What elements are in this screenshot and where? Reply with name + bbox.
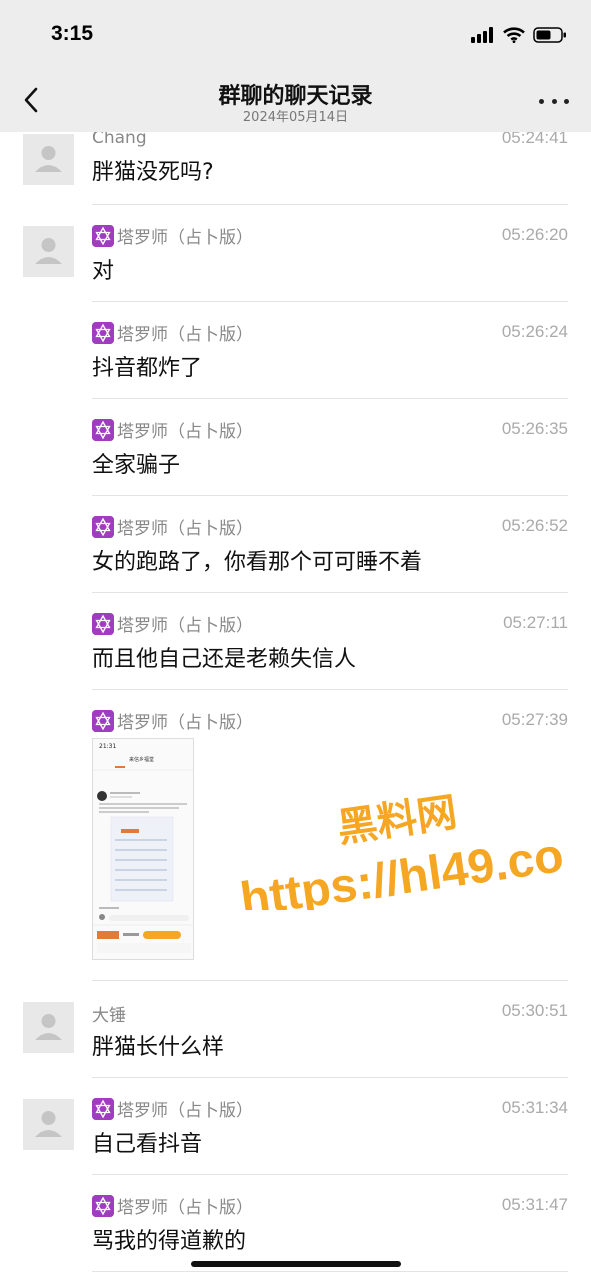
message-time: 05:27:11	[503, 613, 568, 632]
status-icons	[471, 24, 567, 46]
divider	[92, 495, 568, 496]
chat-history-list[interactable]: Chang 05:24:41 胖猫没死吗? 塔罗师（占卜版） 05:26:20 …	[0, 132, 591, 1280]
sender-name: Chang	[92, 132, 147, 148]
cellular-signal-icon	[471, 27, 493, 43]
sender-name: 塔罗师（占卜版）	[92, 708, 253, 733]
sender-name: 大锤	[92, 1001, 126, 1026]
sender-name-text: 塔罗师（占卜版）	[117, 422, 253, 442]
message-time: 05:27:39	[501, 710, 568, 729]
default-avatar-icon	[35, 238, 62, 264]
sender-name-text: 大锤	[92, 1006, 126, 1026]
default-avatar-icon	[35, 146, 62, 172]
status-bar: 3:15	[0, 0, 591, 70]
message-item: 塔罗师（占卜版） 05:26:24 抖音都炸了	[0, 320, 591, 399]
screenshot-thumbnail-image: 21:31 来信乡福堂	[93, 739, 193, 959]
sender-name-text: 塔罗师（占卜版）	[117, 228, 253, 248]
status-time: 3:15	[51, 22, 94, 45]
more-dot-icon	[551, 98, 557, 104]
message-item: 塔罗师（占卜版） 05:27:11 而且他自己还是老赖失信人	[0, 611, 591, 690]
divider	[92, 398, 568, 399]
more-button[interactable]	[539, 96, 569, 106]
default-avatar-icon	[35, 1111, 62, 1137]
tarot-star-icon	[92, 612, 114, 635]
message-time: 05:26:24	[501, 322, 568, 341]
thumb-time: 21:31	[99, 743, 116, 750]
home-indicator	[191, 1261, 401, 1267]
divider	[92, 1271, 568, 1272]
message-time: 05:24:41	[501, 132, 568, 147]
avatar[interactable]	[23, 226, 74, 277]
message-item: 塔罗师（占卜版） 05:26:52 女的跑路了，你看那个可可睡不着	[0, 514, 591, 593]
sender-name: 塔罗师（占卜版）	[92, 223, 253, 248]
avatar[interactable]	[23, 1099, 74, 1150]
message-time: 05:26:35	[501, 419, 568, 438]
avatar[interactable]	[23, 134, 74, 185]
divider	[92, 204, 568, 205]
tarot-star-icon	[92, 418, 114, 441]
divider	[92, 1174, 568, 1175]
message-item: 塔罗师（占卜版） 05:31:34 自己看抖音	[0, 1096, 591, 1175]
sender-name-text: 塔罗师（占卜版）	[117, 519, 253, 539]
message-time: 05:31:47	[501, 1195, 568, 1214]
message-time: 05:30:51	[501, 1001, 568, 1020]
sender-name: 塔罗师（占卜版）	[92, 320, 253, 345]
message-text: 胖猫长什么样	[92, 1035, 225, 1060]
message-item: Chang 05:24:41 胖猫没死吗?	[0, 132, 591, 205]
tarot-star-icon	[92, 224, 114, 247]
battery-icon	[533, 27, 566, 43]
message-time: 05:31:34	[501, 1098, 568, 1117]
sender-name: 塔罗师（占卜版）	[92, 417, 253, 442]
tarot-star-icon	[92, 709, 114, 732]
message-time: 05:26:52	[501, 516, 568, 535]
message-item: 塔罗师（占卜版） 05:31:47 骂我的得道歉的	[0, 1193, 591, 1272]
sender-name: 塔罗师（占卜版）	[92, 1096, 253, 1121]
nav-bar: 群聊的聊天记录 2024年05月14日	[0, 70, 591, 132]
thumb-title: 来信乡福堂	[129, 756, 154, 763]
message-text: 骂我的得道歉的	[92, 1229, 247, 1254]
tarot-star-icon	[92, 1097, 114, 1120]
more-dot-icon	[539, 98, 544, 104]
divider	[92, 592, 568, 593]
divider	[92, 980, 568, 981]
message-text: 胖猫没死吗?	[92, 160, 214, 185]
more-dot-icon	[564, 98, 569, 104]
tarot-star-icon	[92, 515, 114, 538]
message-text: 全家骗子	[92, 453, 181, 478]
message-time: 05:26:20	[501, 225, 568, 244]
image-message-thumbnail[interactable]: 21:31 来信乡福堂	[92, 738, 194, 960]
sender-name-text: 塔罗师（占卜版）	[117, 325, 253, 345]
sender-name-text: 塔罗师（占卜版）	[117, 1101, 253, 1121]
divider	[92, 301, 568, 302]
message-text: 而且他自己还是老赖失信人	[92, 647, 357, 672]
message-item: 塔罗师（占卜版） 05:27:39 21:31 来信乡福堂	[0, 708, 591, 981]
avatar[interactable]	[23, 1002, 74, 1053]
wifi-icon	[503, 27, 525, 43]
page-subtitle: 2024年05月14日	[242, 110, 349, 125]
sender-name-text: 塔罗师（占卜版）	[117, 616, 253, 636]
sender-name-text: Chang	[92, 132, 147, 148]
message-item: 塔罗师（占卜版） 05:26:20 对	[0, 223, 591, 302]
message-text: 自己看抖音	[92, 1132, 203, 1157]
divider	[92, 1077, 568, 1078]
message-item: 塔罗师（占卜版） 05:26:35 全家骗子	[0, 417, 591, 496]
sender-name: 塔罗师（占卜版）	[92, 514, 253, 539]
default-avatar-icon	[35, 1014, 62, 1040]
sender-name-text: 塔罗师（占卜版）	[117, 1198, 253, 1218]
divider	[92, 689, 568, 690]
message-text: 女的跑路了，你看那个可可睡不着	[92, 550, 423, 575]
tarot-star-icon	[92, 321, 114, 344]
message-item: 大锤 05:30:51 胖猫长什么样	[0, 999, 591, 1078]
tarot-star-icon	[92, 1194, 114, 1217]
sender-name-text: 塔罗师（占卜版）	[117, 713, 253, 733]
sender-name: 塔罗师（占卜版）	[92, 1193, 253, 1218]
sender-name: 塔罗师（占卜版）	[92, 611, 253, 636]
message-text: 对	[92, 259, 115, 284]
message-text: 抖音都炸了	[92, 356, 203, 381]
